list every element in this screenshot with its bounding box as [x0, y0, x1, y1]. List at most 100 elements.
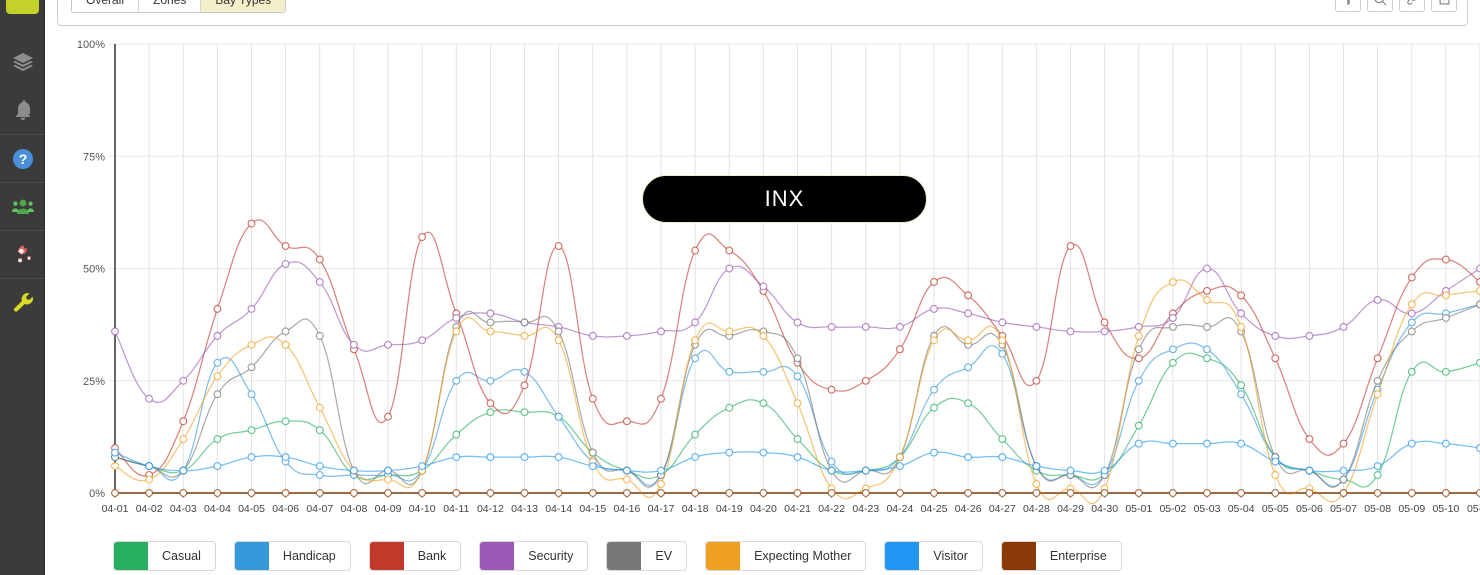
data-point[interactable]: [1237, 381, 1246, 390]
data-point[interactable]: [281, 417, 290, 426]
data-point[interactable]: [554, 327, 563, 336]
data-point[interactable]: [1476, 489, 1480, 497]
data-point[interactable]: [964, 309, 973, 318]
data-point[interactable]: [179, 489, 188, 497]
zoom-button[interactable]: [1367, 0, 1393, 12]
data-point[interactable]: [520, 381, 529, 390]
data-point[interactable]: [554, 242, 563, 250]
data-point[interactable]: [691, 246, 700, 255]
data-point[interactable]: [520, 489, 529, 497]
data-point[interactable]: [247, 390, 256, 399]
data-point[interactable]: [1203, 345, 1211, 354]
data-point[interactable]: [1373, 376, 1382, 385]
data-point[interactable]: [930, 448, 938, 457]
data-point[interactable]: [895, 345, 904, 354]
data-point[interactable]: [486, 408, 495, 417]
data-point[interactable]: [657, 327, 665, 336]
data-point[interactable]: [691, 318, 700, 327]
data-point[interactable]: [691, 430, 700, 439]
brand-logo[interactable]: [6, 0, 39, 14]
data-point[interactable]: [145, 462, 154, 471]
data-point[interactable]: [1237, 322, 1246, 331]
series-expecting-mother[interactable]: [111, 278, 1480, 505]
link-button[interactable]: [1399, 0, 1425, 12]
data-point[interactable]: [486, 318, 495, 327]
data-point[interactable]: [520, 367, 529, 376]
data-point[interactable]: [725, 246, 734, 255]
data-point[interactable]: [315, 255, 324, 264]
filter-button[interactable]: [1335, 0, 1361, 12]
data-point[interactable]: [452, 376, 461, 385]
data-point[interactable]: [486, 376, 495, 385]
data-point[interactable]: [452, 313, 461, 322]
data-point[interactable]: [452, 489, 461, 497]
data-point[interactable]: [622, 475, 631, 484]
data-point[interactable]: [1305, 435, 1314, 444]
data-point[interactable]: [1032, 480, 1041, 488]
data-point[interactable]: [895, 322, 904, 331]
data-point[interactable]: [1271, 489, 1280, 497]
data-point[interactable]: [111, 448, 119, 457]
data-point[interactable]: [1476, 358, 1480, 367]
data-point[interactable]: [452, 430, 461, 439]
data-point[interactable]: [657, 480, 665, 488]
sidebar-item-tools[interactable]: [0, 278, 45, 326]
data-point[interactable]: [179, 466, 188, 475]
data-point[interactable]: [827, 322, 836, 331]
data-point[interactable]: [964, 453, 973, 462]
data-point[interactable]: [691, 489, 700, 497]
data-point[interactable]: [1339, 466, 1348, 475]
data-point[interactable]: [486, 399, 495, 408]
data-point[interactable]: [998, 453, 1007, 462]
data-point[interactable]: [759, 367, 768, 376]
data-point[interactable]: [418, 233, 427, 242]
data-point[interactable]: [827, 385, 836, 394]
data-point[interactable]: [1100, 489, 1109, 497]
data-point[interactable]: [281, 489, 290, 497]
legend-item[interactable]: Bank: [368, 541, 462, 571]
data-point[interactable]: [930, 336, 938, 345]
data-point[interactable]: [1407, 300, 1416, 309]
data-point[interactable]: [895, 453, 904, 462]
data-point[interactable]: [213, 435, 222, 444]
data-point[interactable]: [1066, 242, 1075, 250]
data-point[interactable]: [554, 489, 563, 497]
legend-item[interactable]: Casual: [113, 541, 216, 571]
data-point[interactable]: [1032, 462, 1041, 471]
sidebar-item-users[interactable]: [0, 182, 45, 230]
data-point[interactable]: [1441, 313, 1450, 322]
data-point[interactable]: [520, 331, 529, 340]
data-point[interactable]: [1203, 322, 1211, 331]
data-point[interactable]: [1373, 462, 1382, 471]
data-point[interactable]: [281, 340, 290, 349]
data-point[interactable]: [418, 462, 427, 471]
data-point[interactable]: [1032, 322, 1041, 331]
data-point[interactable]: [1237, 291, 1246, 300]
data-point[interactable]: [486, 327, 495, 336]
data-point[interactable]: [588, 331, 597, 340]
data-point[interactable]: [281, 260, 290, 268]
data-point[interactable]: [964, 336, 973, 345]
data-point[interactable]: [213, 331, 222, 340]
data-point[interactable]: [1373, 295, 1382, 304]
data-point[interactable]: [520, 408, 529, 417]
data-point[interactable]: [1134, 439, 1143, 448]
data-point[interactable]: [111, 489, 119, 497]
data-point[interactable]: [281, 242, 290, 250]
data-point[interactable]: [622, 417, 631, 426]
data-point[interactable]: [1407, 327, 1416, 336]
data-point[interactable]: [1203, 354, 1211, 363]
data-point[interactable]: [315, 471, 324, 479]
data-point[interactable]: [1271, 457, 1280, 466]
data-point[interactable]: [247, 304, 256, 313]
data-point[interactable]: [554, 336, 563, 345]
data-point[interactable]: [1305, 489, 1314, 497]
data-point[interactable]: [1441, 439, 1450, 448]
data-point[interactable]: [895, 489, 904, 497]
data-point[interactable]: [1203, 295, 1211, 304]
data-point[interactable]: [691, 354, 700, 363]
data-point[interactable]: [964, 363, 973, 372]
data-point[interactable]: [1407, 367, 1416, 376]
sidebar-item-notifications[interactable]: [0, 86, 45, 134]
data-point[interactable]: [1339, 475, 1348, 484]
